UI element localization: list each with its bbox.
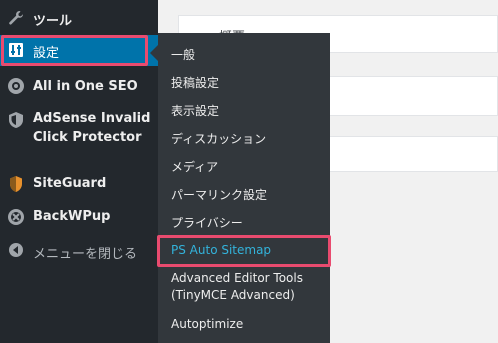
backwpup-icon [7,208,25,226]
sidebar-item-label: Click Protector [33,130,142,145]
sidebar-item-label: BackWPup [33,209,111,224]
submenu-item-privacy[interactable]: プライバシー [171,214,243,231]
sidebar-item-siteguard[interactable]: SiteGuard [0,170,158,198]
sidebar-item-backwpup[interactable]: BackWPup [0,203,158,231]
collapse-menu-button[interactable]: メニューを閉じる [0,237,158,265]
submenu-item-advanced-editor-tools[interactable]: Advanced Editor Tools (TinyMCE Advanced) [171,270,303,304]
wrench-icon [7,9,25,27]
submenu-item-media[interactable]: メディア [171,158,218,175]
submenu-item-permalinks[interactable]: パーマリンク設定 [171,186,267,203]
submenu-item-ps-auto-sitemap[interactable]: PS Auto Sitemap [171,243,271,257]
settings-submenu: 一般 投稿設定 表示設定 ディスカッション メディア パーマリンク設定 プライバ… [158,33,330,343]
siteguard-icon [7,175,25,193]
sidebar-item-label: AdSense Invalid [33,111,151,126]
sidebar-item-settings[interactable]: 設定 [0,35,158,66]
sidebar-item-label: 設定 [33,46,60,61]
sidebar-item-adsense-invalid-click-protector[interactable]: AdSense Invalid Click Protector [0,106,158,152]
sidebar-item-label: All in One SEO [33,79,138,94]
sidebar-item-tools[interactable]: ツール [0,4,158,32]
submenu-item-general[interactable]: 一般 [171,46,195,63]
sidebar-item-all-in-one-seo[interactable]: All in One SEO [0,72,158,100]
aioseo-gear-icon [7,77,25,95]
shield-icon [7,111,25,129]
submenu-item-reading[interactable]: 表示設定 [171,102,219,119]
collapse-menu-icon [7,241,25,259]
sidebar-item-label: ツール [33,14,73,29]
submenu-item-label: Advanced Editor Tools [171,271,303,285]
submenu-item-autoptimize[interactable]: Autoptimize [171,317,243,331]
submenu-item-writing[interactable]: 投稿設定 [171,74,219,91]
submenu-item-discussion[interactable]: ディスカッション [171,130,266,147]
submenu-item-label: (TinyMCE Advanced) [171,288,295,302]
sidebar-item-label: メニューを閉じる [33,247,138,262]
sidebar-item-label: SiteGuard [33,176,107,191]
settings-sliders-icon [7,41,25,59]
admin-sidebar: ツール 設定 All in One SEO AdSense Invalid Cl… [0,0,158,343]
